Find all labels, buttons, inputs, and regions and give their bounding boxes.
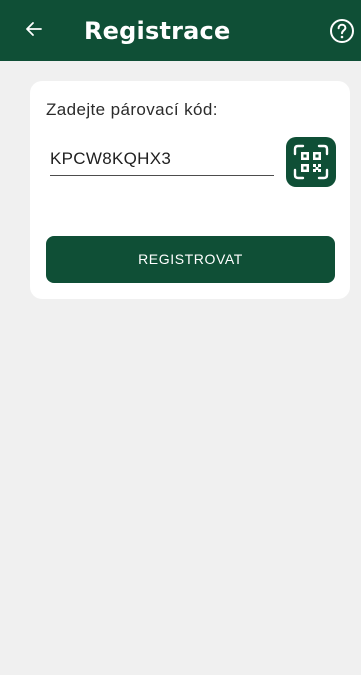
qr-scan-icon [293, 144, 329, 180]
back-button[interactable] [22, 17, 46, 41]
page-title: Registrace [84, 17, 231, 45]
arrow-left-icon [26, 22, 42, 36]
app-bar: Registrace [0, 0, 361, 61]
registration-card: Zadejte párovací kód: KPCW8KQHX3 REGISTR… [30, 81, 350, 299]
help-button[interactable] [329, 18, 355, 44]
scan-qr-button[interactable] [286, 137, 336, 187]
help-circle-icon [330, 19, 354, 43]
pairing-code-label: Zadejte párovací kód: [46, 100, 218, 119]
register-button[interactable]: REGISTROVAT [46, 236, 335, 283]
pairing-code-input[interactable] [50, 145, 274, 176]
